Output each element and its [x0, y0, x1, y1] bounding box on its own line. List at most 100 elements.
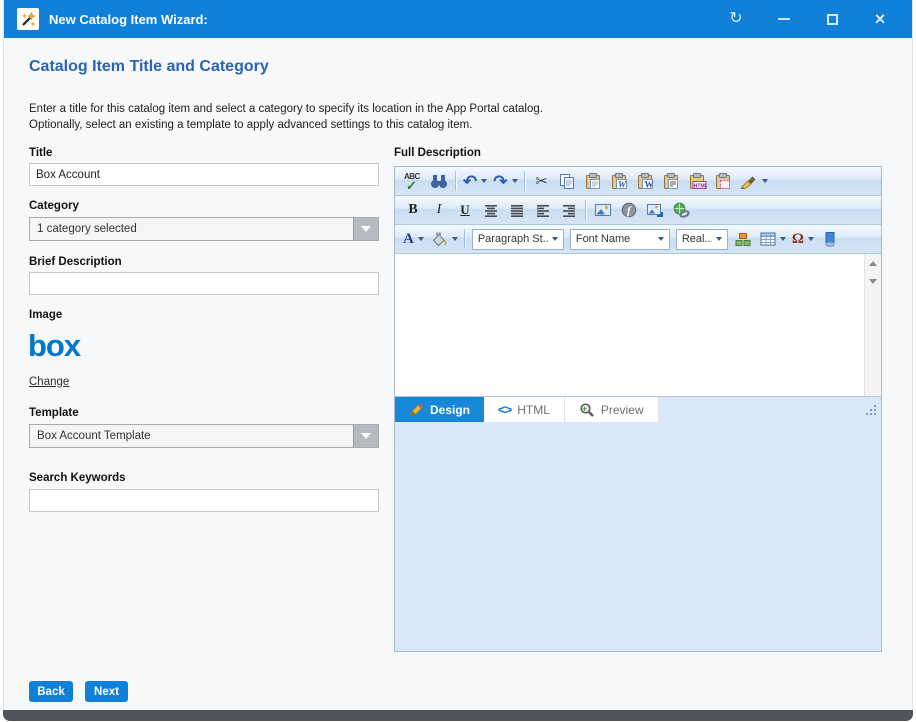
find-button[interactable]	[427, 169, 451, 193]
paste-plain-text-icon	[663, 172, 681, 190]
align-center-button[interactable]	[479, 198, 503, 222]
insert-table-button[interactable]	[758, 227, 788, 251]
align-center-icon	[483, 203, 499, 217]
svg-text:HTML: HTML	[693, 183, 706, 189]
paste-plain-text-button[interactable]	[660, 169, 684, 193]
toolbar-select-font-name[interactable]: Font Name	[570, 229, 670, 250]
insert-symbol-button[interactable]: Ω	[790, 227, 816, 251]
format-stripper-button[interactable]	[738, 169, 770, 193]
image-manager-button[interactable]	[591, 198, 615, 222]
close-button[interactable]: ×	[871, 10, 889, 28]
editor-mode-tabs: Design <>HTML + Preview	[395, 397, 881, 422]
insert-snippet-button[interactable]	[732, 227, 756, 251]
back-button[interactable]: Back	[29, 681, 73, 702]
title-bar: New Catalog Item Wizard: ↻×	[4, 0, 912, 38]
chevron-down-icon	[780, 237, 786, 241]
paste-as-html-button[interactable]: HTML	[686, 169, 710, 193]
hyperlink-manager-icon	[672, 202, 690, 218]
refresh-button[interactable]: ↻	[727, 10, 745, 28]
scroll-down-icon[interactable]	[869, 279, 877, 284]
redo-button[interactable]: ↷	[491, 169, 519, 193]
font-color-button[interactable]: A	[401, 227, 426, 251]
paste-from-word-clean-icon: W	[637, 172, 655, 190]
box-logo: box	[28, 330, 80, 361]
editor-content[interactable]	[395, 254, 864, 396]
chevron-down-icon	[481, 179, 487, 183]
spellcheck-button[interactable]: ABC✓	[401, 169, 425, 193]
paste-from-word-clean-button[interactable]: W	[634, 169, 658, 193]
underline-icon: U	[460, 202, 469, 218]
paste-from-word-icon: W	[611, 172, 629, 190]
category-dropdown-arrow-icon[interactable]	[353, 218, 378, 240]
brief-description-input[interactable]	[29, 272, 379, 295]
align-justify-button[interactable]	[505, 198, 529, 222]
chevron-down-icon	[716, 237, 722, 241]
undo-icon: ↶	[463, 173, 477, 190]
toolbar-separator	[455, 171, 456, 191]
tab-label: HTML	[517, 403, 550, 417]
editor-toolbar-row-1: ABC✓ ↶ ↷ ✂ WW HTML	[395, 167, 881, 196]
back-color-icon	[430, 232, 448, 247]
paste-html-button[interactable]	[712, 169, 736, 193]
category-value: 1 category selected	[30, 223, 353, 235]
image-manager-icon	[594, 202, 612, 218]
template-dropdown-arrow-icon[interactable]	[353, 425, 378, 447]
back-color-button[interactable]	[428, 227, 460, 251]
align-left-icon	[535, 203, 551, 217]
next-button[interactable]: Next	[85, 681, 128, 702]
brief-description-label: Brief Description	[29, 256, 122, 268]
align-left-button[interactable]	[531, 198, 555, 222]
copy-icon	[559, 173, 576, 190]
minimize-button[interactable]	[775, 10, 793, 28]
undo-button[interactable]: ↶	[461, 169, 489, 193]
scroll-up-icon[interactable]	[869, 261, 877, 266]
maximize-button[interactable]	[823, 10, 841, 28]
change-image-link[interactable]: Change	[29, 376, 69, 388]
copy-button[interactable]	[556, 169, 580, 193]
redo-icon: ↷	[493, 173, 507, 190]
font-name-value: Font Name	[576, 233, 654, 245]
cut-button[interactable]: ✂	[530, 169, 554, 193]
resize-grip[interactable]	[866, 405, 877, 416]
font-color-icon: A	[403, 232, 414, 247]
window-title: New Catalog Item Wizard:	[49, 12, 208, 27]
chevron-down-icon	[658, 237, 664, 241]
italic-button[interactable]: I	[427, 198, 451, 222]
title-input[interactable]	[29, 163, 379, 186]
chevron-down-icon	[452, 237, 458, 241]
align-justify-icon	[509, 203, 525, 217]
page-title: Catalog Item Title and Category	[29, 58, 269, 76]
media-manager-button[interactable]	[643, 198, 667, 222]
template-dropdown[interactable]: Box Account Template	[29, 424, 379, 448]
tab-label: Preview	[601, 403, 644, 417]
flash-manager-icon: f	[621, 202, 637, 218]
paste-from-word-button[interactable]: W	[608, 169, 632, 193]
italic-icon: I	[437, 202, 442, 218]
category-dropdown[interactable]: 1 category selected	[29, 217, 379, 241]
about-button[interactable]	[818, 227, 842, 251]
tab-design[interactable]: Design	[395, 397, 484, 422]
window-bottom-edge	[3, 710, 913, 721]
tab-label: Design	[430, 403, 470, 417]
hyperlink-manager-button[interactable]	[669, 198, 693, 222]
chevron-down-icon	[418, 237, 424, 241]
full-description-label: Full Description	[394, 147, 481, 159]
underline-button[interactable]: U	[453, 198, 477, 222]
flash-manager-button[interactable]: f	[617, 198, 641, 222]
toolbar-separator	[464, 229, 465, 249]
wizard-window: New Catalog Item Wizard: ↻× Catalog Item…	[0, 0, 916, 722]
toolbar-select-paragraph-style[interactable]: Paragraph St...	[472, 229, 564, 250]
align-right-button[interactable]	[557, 198, 581, 222]
window-controls: ↻×	[727, 10, 899, 28]
toolbar-select-font-size[interactable]: Real...	[676, 229, 728, 250]
paste-button[interactable]	[582, 169, 606, 193]
tab-html[interactable]: <>HTML	[484, 397, 565, 422]
tab-preview[interactable]: + Preview	[565, 397, 659, 422]
chevron-down-icon	[512, 179, 518, 183]
bold-button[interactable]: B	[401, 198, 425, 222]
preview-icon: +	[579, 402, 595, 417]
search-keywords-input[interactable]	[29, 489, 379, 512]
editor-scrollbar[interactable]	[864, 254, 881, 396]
insert-symbol-icon: Ω	[792, 232, 804, 247]
pencil-icon	[409, 403, 424, 417]
